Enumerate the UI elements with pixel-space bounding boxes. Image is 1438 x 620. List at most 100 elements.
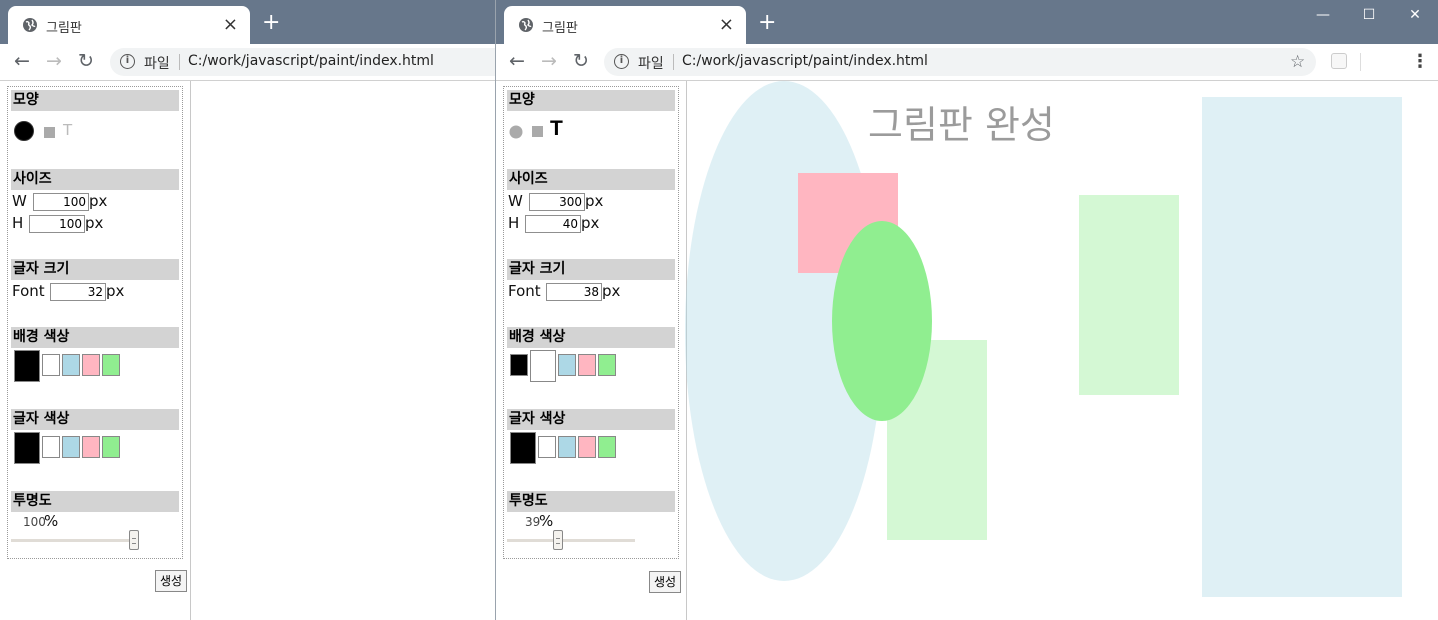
opacity-slider[interactable] — [507, 539, 635, 542]
fg-swatch-lightgreen[interactable] — [598, 436, 616, 458]
height-input[interactable]: 100 — [29, 215, 85, 233]
font-size-header: 글자 크기 — [11, 259, 179, 280]
text-shape-icon[interactable]: T — [550, 117, 563, 141]
size-header: 사이즈 — [507, 169, 675, 190]
fg-swatch-white[interactable] — [42, 436, 60, 458]
maximize-icon[interactable]: ☐ — [1346, 0, 1392, 30]
bg-swatch-black[interactable] — [14, 350, 40, 382]
bg-color-header: 배경 색상 — [507, 327, 675, 348]
canvas-rect-green-2 — [1079, 195, 1179, 395]
fg-swatch-black[interactable] — [14, 432, 40, 464]
width-input[interactable]: 100 — [33, 193, 89, 211]
toolbar-separator — [1360, 53, 1361, 71]
reload-icon[interactable]: ↻ — [78, 50, 94, 72]
fg-swatch-lightgreen[interactable] — [102, 436, 120, 458]
control-panel: 모양 T 사이즈 W 300 px H 40 px 글자 크기 Font 38 … — [503, 86, 679, 559]
bg-swatch-white[interactable] — [42, 354, 60, 376]
forward-arrow-icon[interactable]: → — [541, 50, 557, 72]
tab-strip: 그림판 × + — [0, 0, 495, 44]
extension-icon[interactable] — [1331, 53, 1347, 69]
bg-swatch-black[interactable] — [510, 354, 528, 376]
opacity-header: 투명도 — [507, 491, 675, 512]
bookmark-star-icon[interactable]: ☆ — [1290, 52, 1305, 72]
width-label: W — [12, 192, 27, 210]
new-tab-icon[interactable]: + — [758, 10, 776, 35]
browser-toolbar: ← → ↻ i 파일 C:/work/javascript/paint/inde… — [0, 44, 495, 81]
square-shape-icon[interactable] — [532, 126, 543, 137]
width-input[interactable]: 300 — [529, 193, 585, 211]
fg-swatch-lightblue[interactable] — [558, 436, 576, 458]
text-color-header: 글자 색상 — [11, 409, 179, 430]
circle-shape-icon[interactable] — [509, 125, 523, 139]
shape-header: 모양 — [11, 90, 179, 111]
address-separator — [673, 54, 674, 70]
fg-swatch-white[interactable] — [538, 436, 556, 458]
text-color-header: 글자 색상 — [507, 409, 675, 430]
font-unit: px — [602, 282, 621, 300]
size-header: 사이즈 — [11, 169, 179, 190]
info-icon[interactable]: i — [614, 54, 629, 69]
tab-close-icon[interactable]: × — [223, 14, 238, 35]
bg-swatch-lightgreen[interactable] — [598, 354, 616, 376]
tab-strip: 그림판 × + — ☐ ✕ — [496, 0, 1438, 44]
info-icon[interactable]: i — [120, 54, 135, 69]
control-sidebar: 모양 T 사이즈 W 100 px H 100 px 글자 크기 Font 32… — [0, 81, 191, 620]
height-input[interactable]: 40 — [525, 215, 581, 233]
circle-shape-icon[interactable] — [13, 120, 35, 142]
opacity-slider[interactable] — [11, 539, 139, 542]
bg-swatch-pink[interactable] — [578, 354, 596, 376]
address-scheme: 파일 — [144, 56, 170, 72]
minimize-icon[interactable]: — — [1300, 0, 1346, 30]
canvas-ellipse-green — [832, 221, 932, 421]
browser-tab[interactable]: 그림판 × — [504, 6, 746, 44]
bg-swatch-pink[interactable] — [82, 354, 100, 376]
shape-header: 모양 — [507, 90, 675, 111]
bg-swatch-lightgreen[interactable] — [102, 354, 120, 376]
address-url: C:/work/javascript/paint/index.html — [682, 53, 928, 69]
text-shape-icon[interactable]: T — [63, 121, 72, 139]
bg-swatch-white[interactable] — [530, 350, 556, 382]
browser-toolbar: ← → ↻ i 파일 C:/work/javascript/paint/inde… — [496, 44, 1438, 81]
fg-swatch-pink[interactable] — [82, 436, 100, 458]
create-button[interactable]: 생성 — [155, 570, 188, 592]
forward-arrow-icon[interactable]: → — [46, 50, 62, 72]
address-bar[interactable]: i 파일 C:/work/javascript/paint/index.html — [604, 48, 1316, 76]
canvas-rect-lightblue — [1202, 97, 1402, 597]
tab-title: 그림판 — [542, 21, 578, 36]
fg-swatch-pink[interactable] — [578, 436, 596, 458]
fg-swatch-black[interactable] — [510, 432, 536, 464]
font-size-header: 글자 크기 — [507, 259, 675, 280]
bg-swatch-lightblue[interactable] — [558, 354, 576, 376]
address-url: C:/work/javascript/paint/index.html — [188, 53, 434, 69]
page-content: 모양 T 사이즈 W 100 px H 100 px 글자 크기 Font 32… — [0, 81, 495, 620]
create-button[interactable]: 생성 — [649, 571, 682, 593]
drawing-canvas[interactable]: 그림판 완성 — [685, 81, 1438, 620]
browser-window-left: 그림판 × + ← → ↻ i 파일 C:/work/javascript/pa… — [0, 0, 495, 620]
opacity-slider-thumb[interactable] — [553, 530, 564, 550]
bg-swatch-lightblue[interactable] — [62, 354, 80, 376]
font-size-input[interactable]: 32 — [50, 283, 106, 301]
opacity-unit: % — [44, 512, 59, 530]
tab-close-icon[interactable]: × — [719, 14, 734, 35]
square-shape-icon[interactable] — [44, 127, 55, 138]
opacity-slider-thumb[interactable] — [129, 530, 139, 550]
browser-tab[interactable]: 그림판 × — [8, 6, 250, 44]
address-bar[interactable]: i 파일 C:/work/javascript/paint/index.html — [110, 48, 495, 76]
new-tab-icon[interactable]: + — [262, 10, 280, 35]
font-unit: px — [106, 282, 125, 300]
fg-swatch-lightblue[interactable] — [62, 436, 80, 458]
tab-title: 그림판 — [46, 21, 82, 36]
bg-color-header: 배경 색상 — [11, 327, 179, 348]
back-arrow-icon[interactable]: ← — [14, 50, 30, 72]
page-content: 모양 T 사이즈 W 300 px H 40 px 글자 크기 Font 38 … — [496, 81, 1438, 620]
reload-icon[interactable]: ↻ — [573, 50, 589, 72]
globe-icon — [23, 18, 37, 32]
opacity-value: 100 — [23, 515, 46, 529]
font-size-input[interactable]: 38 — [546, 283, 602, 301]
opacity-value: 39 — [525, 515, 541, 529]
address-separator — [179, 54, 180, 70]
window-close-icon[interactable]: ✕ — [1392, 0, 1438, 30]
menu-kebab-icon[interactable]: ⋮ — [1411, 51, 1429, 72]
canvas-text: 그림판 완성 — [868, 103, 1055, 147]
back-arrow-icon[interactable]: ← — [509, 50, 525, 72]
